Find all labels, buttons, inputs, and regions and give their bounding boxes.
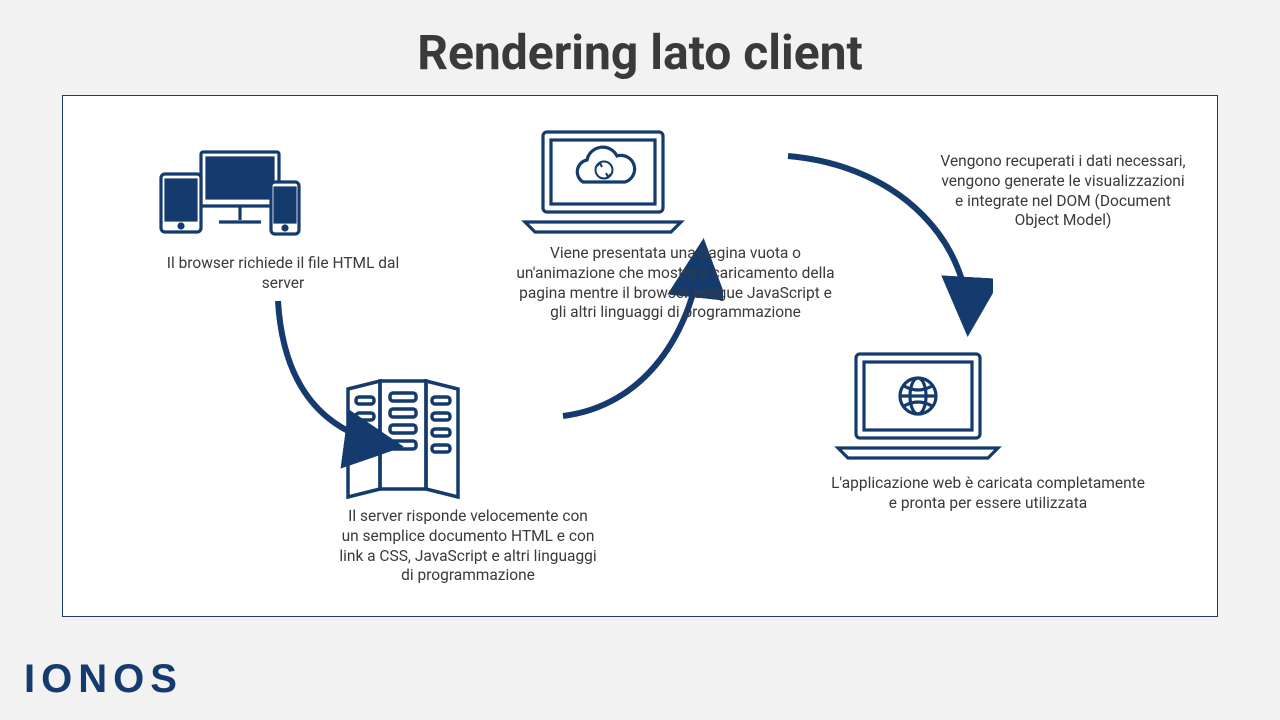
- step-1-label: Il browser richiede il file HTML dal ser…: [153, 254, 413, 294]
- brand-logo: IONOS: [24, 657, 183, 702]
- devices-icon: [153, 146, 313, 246]
- step-1: Il browser richiede il file HTML dal ser…: [153, 146, 413, 294]
- laptop-cloud-icon: [513, 126, 693, 236]
- diagram-panel: Il browser richiede il file HTML dal ser…: [62, 95, 1218, 617]
- server-icon: [338, 379, 478, 499]
- step-5-label: L'applicazione web è caricata completame…: [828, 474, 1148, 514]
- step-5: L'applicazione web è caricata completame…: [828, 346, 1148, 514]
- diagram-title: Rendering lato client: [0, 0, 1280, 95]
- step-4: Vengono recuperati i dati necessari, ven…: [938, 152, 1188, 231]
- step-2-label: Il server risponde velocemente con un se…: [338, 507, 598, 586]
- laptop-globe-icon: [828, 346, 1008, 466]
- step-4-label: Vengono recuperati i dati necessari, ven…: [938, 152, 1188, 231]
